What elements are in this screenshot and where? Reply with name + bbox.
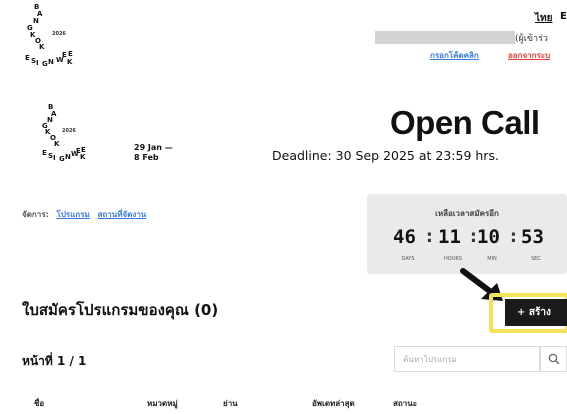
logo-letter: K [80,153,86,161]
countdown-hours-label: HOURS [443,256,462,262]
logo-letter: I [53,154,56,162]
column-header-status[interactable]: สถานะ [393,397,417,410]
countdown-days-label: DAYS [401,256,415,262]
column-header-updated[interactable]: อัพเดทล่าสุด [312,397,355,410]
manage-menu: จัดการ: โปรแกรม สถานที่จัดงาน [22,208,146,221]
column-header-district[interactable]: ย่าน [223,397,238,410]
countdown-seconds-label: SEC [531,256,541,262]
logo-letter: K [67,58,73,66]
countdown-separator: : [426,227,433,247]
logo-letter: K [39,43,45,51]
countdown-hours: 11 [438,226,461,248]
header-logo[interactable]: B A N G K O K E S I G N W E E K 2026 [22,2,92,68]
countdown-title: เหลือเวลาสมัครอีก [435,209,499,218]
logo-letter: G [59,155,65,163]
page-title: Open Call [390,104,540,141]
lang-th-link[interactable]: ไทย [535,11,552,26]
countdown-panel: เหลือเวลาสมัครอีก 46 : 11 : 10 : 53 DAYS… [367,194,567,274]
logo-year: 2026 [52,31,66,37]
create-application-button[interactable]: + สร้าง [505,299,567,326]
search-icon [548,353,559,365]
countdown-separator: : [470,227,477,247]
manage-programs-link[interactable]: โปรแกรม [57,210,90,219]
lang-en-link[interactable]: E [560,11,567,22]
logo-letter: G [42,60,48,68]
countdown-seconds: 53 [521,226,544,248]
logo-letter: E [68,50,73,58]
event-date-start: 29 Jan — [134,143,173,152]
event-logo: B A N G K O K E S I G N W E E K 2026 [38,102,108,163]
logo-letter: N [33,17,39,25]
username-redacted [375,31,515,44]
logo-year: 2026 [62,128,76,134]
search-input[interactable]: ค้นหาโปรแกรม [394,346,540,372]
logo-letter: E [42,149,47,157]
logo-letter: N [48,58,54,66]
countdown-days: 46 [393,226,416,248]
search-button[interactable] [540,346,567,372]
event-date-end: 8 Feb [134,153,159,162]
logo-letter: I [36,59,39,67]
countdown-minutes-label: MIN [487,256,497,262]
countdown-separator: : [510,227,517,247]
countdown-minutes: 10 [477,226,500,248]
column-header-name[interactable]: ชื่อ [34,397,44,410]
deadline-text: Deadline: 30 Sep 2025 at 23:59 hrs. [272,148,499,163]
column-header-category[interactable]: หมวดหมู่ [147,397,178,410]
manage-venues-link[interactable]: สถานที่จัดงาน [98,210,147,219]
enter-code-link[interactable]: กรอกโค้ดคลิก [430,49,479,62]
logo-letter: K [54,140,60,148]
applications-title: ใบสมัครโปรแกรมของคุณ (0) [22,301,219,319]
event-dates: 29 Jan — 8 Feb [134,143,173,163]
logo-letter: N [65,153,71,161]
logo-letter: E [25,54,30,62]
manage-label: จัดการ: [22,210,49,219]
page-indicator: หน้าที่ 1 / 1 [22,354,87,368]
user-role: (ผู้เข้าร่ว [515,34,548,44]
logout-link[interactable]: ออกจากระบ [508,49,550,62]
